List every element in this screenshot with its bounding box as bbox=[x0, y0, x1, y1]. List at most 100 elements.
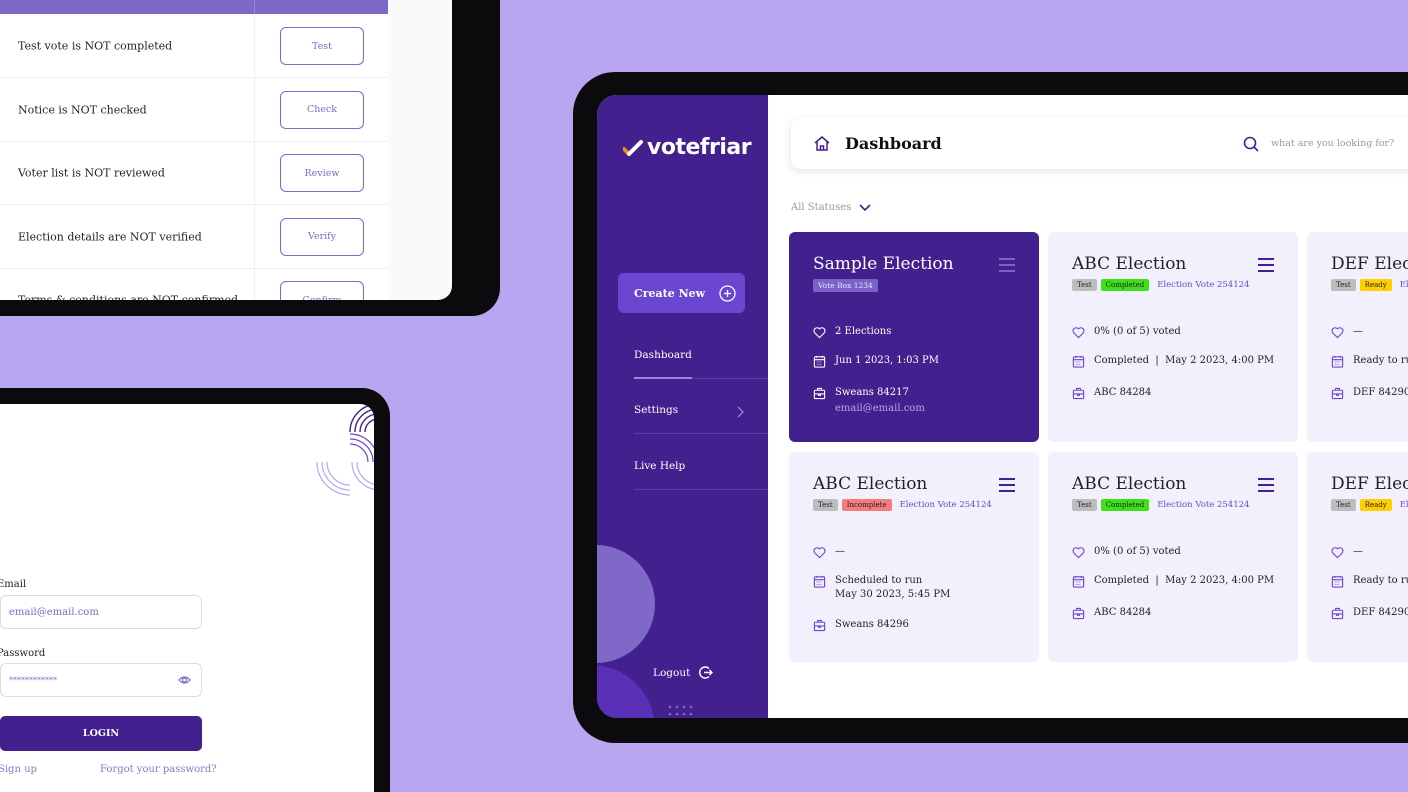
checklist-action-button[interactable]: Review bbox=[280, 154, 364, 192]
sidebar: votefriar Create New Dashboard Settings … bbox=[597, 95, 768, 718]
calendar-icon bbox=[1331, 355, 1344, 368]
heart-icon bbox=[1072, 547, 1085, 559]
sign-up-link[interactable]: Sign up bbox=[0, 764, 37, 775]
checklist-tablet: Test vote is NOT completed Test Notice is … bbox=[0, 0, 500, 316]
login-screen: Email email@email.com Password *********… bbox=[0, 404, 374, 792]
create-new-label: Create New bbox=[634, 286, 706, 300]
checklist-action-button[interactable]: Verify bbox=[280, 217, 364, 256]
date-line: Ready to run bbox=[1353, 575, 1408, 586]
sidebar-item-settings[interactable]: Settings bbox=[634, 404, 768, 434]
status-badge: Ready bbox=[1359, 499, 1392, 511]
page-title: Dashboard bbox=[845, 134, 942, 153]
logout-icon bbox=[699, 666, 714, 679]
nav-label: Dashboard bbox=[634, 349, 692, 361]
election-vote-link[interactable]: Election Vote 254124 bbox=[1157, 280, 1249, 290]
logout-button[interactable]: Logout bbox=[653, 665, 714, 680]
org-name: DEF 84290 bbox=[1353, 607, 1408, 618]
sidebar-item-live-help[interactable]: Live Help bbox=[634, 460, 768, 490]
logo: votefriar bbox=[623, 135, 752, 160]
checklist-item-label: Terms & conditions are NOT confirmed bbox=[18, 293, 239, 301]
eye-icon[interactable] bbox=[178, 675, 191, 685]
votes-row: 0% (0 of 5) voted bbox=[1072, 326, 1181, 339]
org-text: ABC 84284 bbox=[1094, 607, 1151, 618]
date-text: Ready to run bbox=[1353, 355, 1408, 366]
login-button[interactable]: LOGIN bbox=[0, 716, 202, 751]
election-vote-link[interactable]: Election Vote 254124 bbox=[1157, 500, 1249, 510]
card-title: Sample Election bbox=[813, 254, 954, 274]
votes-row: — bbox=[1331, 546, 1363, 559]
hamburger-menu-icon[interactable] bbox=[999, 258, 1015, 276]
org-text: Sweans 84296 bbox=[835, 619, 909, 630]
organization-row: DEF 84290 bbox=[1331, 607, 1408, 620]
status-badge: Completed bbox=[1100, 499, 1150, 511]
calendar-icon bbox=[1331, 575, 1344, 588]
date-row: Completed | May 2 2023, 4:00 PM bbox=[1072, 355, 1274, 368]
checklist-row: Terms & conditions are NOT confirmed Conf… bbox=[0, 269, 388, 300]
election-vote-link[interactable]: Election Vote 254124 bbox=[1400, 280, 1408, 290]
active-indicator bbox=[634, 377, 692, 379]
status-badge: Vote Box 1234 bbox=[813, 279, 878, 292]
heart-icon bbox=[813, 327, 826, 339]
status-filter-dropdown[interactable]: All Statuses bbox=[791, 202, 871, 213]
checklist-row: Notice is NOT checked Check bbox=[0, 78, 388, 142]
status-badge: Test bbox=[813, 499, 838, 511]
checklist-action-button[interactable]: Check bbox=[280, 90, 364, 129]
column-divider bbox=[254, 269, 255, 300]
votes-row: — bbox=[813, 546, 845, 559]
email-input[interactable]: email@email.com bbox=[0, 595, 202, 629]
election-card[interactable]: ABC Election Test Incomplete Election Vote… bbox=[789, 452, 1039, 662]
home-icon[interactable] bbox=[813, 135, 831, 152]
heart-icon bbox=[1331, 547, 1344, 559]
date-text: Jun 1 2023, 1:03 PM bbox=[835, 355, 939, 366]
election-vote-link[interactable]: Election Vote 254124 bbox=[1400, 500, 1408, 510]
votes-text: — bbox=[1353, 326, 1363, 337]
checklist-screen: Test vote is NOT completed Test Notice is … bbox=[0, 0, 452, 300]
date-line: Jun 1 2023, 1:03 PM bbox=[835, 355, 940, 366]
calendar-icon bbox=[1072, 575, 1085, 588]
org-text: DEF 84290 bbox=[1353, 607, 1408, 618]
org-text: Sweans 84217 email@email.com bbox=[835, 387, 925, 420]
hamburger-menu-icon[interactable] bbox=[1258, 258, 1274, 276]
checklist-item-label: Test vote is NOT completed bbox=[18, 39, 173, 53]
card-tags: Test Completed Election Vote 254124 bbox=[1072, 279, 1274, 291]
checklist-row: Election details are NOT verified Verify bbox=[0, 205, 388, 269]
date-row: Completed | May 2 2023, 4:00 PM bbox=[1072, 575, 1274, 588]
briefcase-icon bbox=[1072, 387, 1085, 400]
checklist-row: Test vote is NOT completed Test bbox=[0, 15, 388, 78]
election-card[interactable]: ABC Election Test Completed Election Vote … bbox=[1048, 232, 1298, 442]
dashboard-screen: votefriar Create New Dashboard Settings … bbox=[597, 95, 1408, 718]
briefcase-icon bbox=[1331, 607, 1344, 620]
card-tags: TestReady Election Vote 254124 bbox=[1331, 499, 1408, 511]
election-card[interactable]: DEF Election TestReady Election Vote 2541… bbox=[1307, 232, 1408, 442]
search-icon[interactable] bbox=[1243, 136, 1259, 152]
election-card[interactable]: DEF Election TestReady Election Vote 2541… bbox=[1307, 452, 1408, 662]
checklist-action-button[interactable]: Test bbox=[280, 27, 364, 65]
status-badge: Test bbox=[1072, 279, 1097, 291]
forgot-password-link[interactable]: Forgot your password? bbox=[100, 764, 217, 775]
status-badge: Incomplete bbox=[841, 499, 892, 511]
password-value: ************ bbox=[9, 675, 57, 685]
card-title: ABC Election bbox=[813, 474, 928, 494]
organization-row: DEF 84290 bbox=[1331, 387, 1408, 400]
hamburger-menu-icon[interactable] bbox=[999, 478, 1015, 496]
card-tags: Test Incomplete Election Vote 254124 bbox=[813, 499, 1015, 511]
status-badge: Ready bbox=[1359, 279, 1392, 291]
sidebar-item-dashboard[interactable]: Dashboard bbox=[634, 349, 768, 379]
checklist-action-button[interactable]: Confirm bbox=[280, 281, 364, 300]
decorative-circle bbox=[597, 665, 655, 718]
checklist-item-label: Notice is NOT checked bbox=[18, 103, 147, 116]
password-input[interactable]: ************ bbox=[0, 663, 202, 697]
election-card[interactable]: Sample Election Vote Box 1234 2 Election… bbox=[789, 232, 1039, 442]
card-title: ABC Election bbox=[1072, 474, 1187, 494]
nav-label: Live Help bbox=[634, 460, 686, 472]
create-new-button[interactable]: Create New bbox=[618, 273, 745, 313]
checklist-row: Voter list is NOT reviewed Review bbox=[0, 142, 388, 205]
hamburger-menu-icon[interactable] bbox=[1258, 478, 1274, 496]
decorative-circle bbox=[597, 545, 655, 663]
heart-icon bbox=[1331, 327, 1344, 339]
column-divider bbox=[254, 78, 255, 141]
election-vote-link[interactable]: Election Vote 254124 bbox=[900, 500, 992, 510]
search-input[interactable]: what are you looking for? bbox=[1271, 138, 1408, 149]
election-card[interactable]: ABC Election Test Completed Election Vote … bbox=[1048, 452, 1298, 662]
calendar-icon bbox=[813, 355, 826, 368]
